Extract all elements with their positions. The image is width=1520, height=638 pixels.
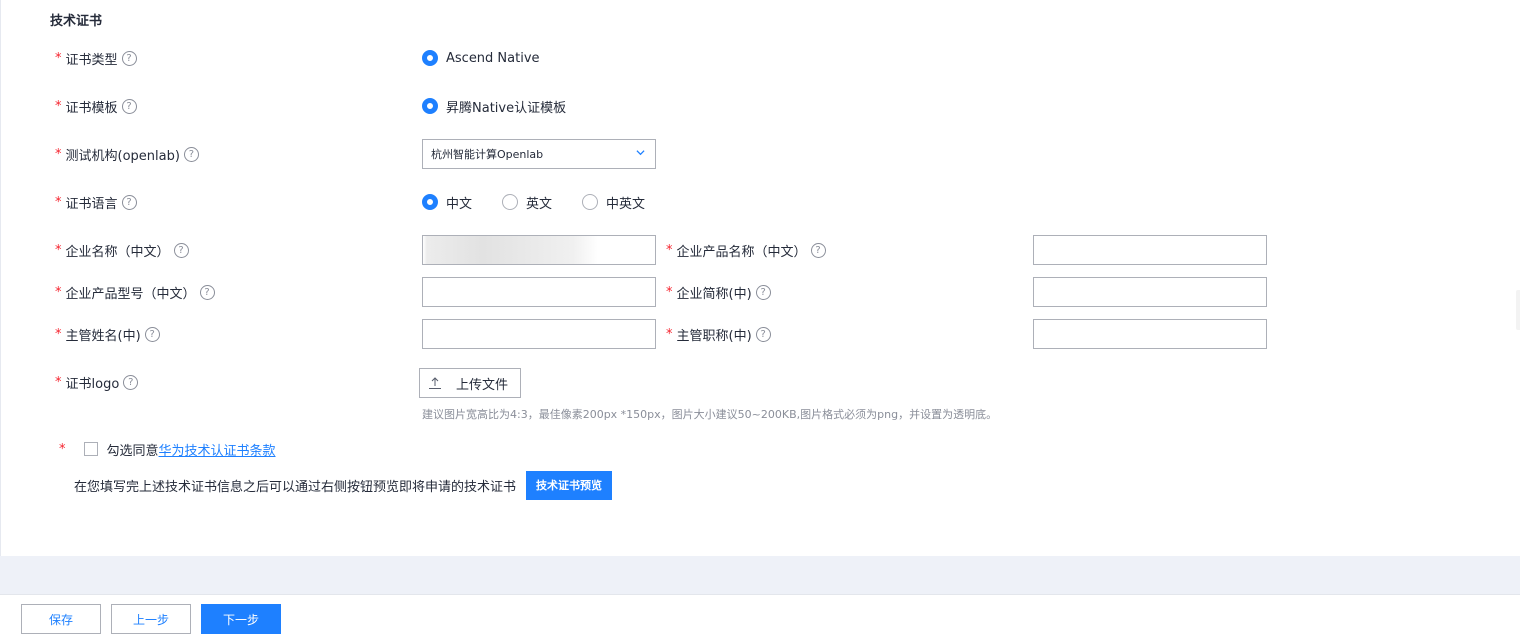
required-mark: * (55, 146, 62, 162)
upload-file-button[interactable]: 上传文件 (419, 368, 521, 398)
cert-lang-radio-group: 中文 英文 中英文 (422, 192, 675, 212)
manager-name-label-text: 主管姓名(中) (65, 328, 141, 344)
test-org-select[interactable]: 杭州智能计算Openlab (422, 139, 656, 169)
help-icon[interactable]: ? (144, 326, 160, 342)
required-mark: * (55, 98, 62, 114)
agreement-prefix: 勾选同意 (106, 443, 159, 459)
product-model-input[interactable] (422, 277, 656, 307)
required-mark: * (55, 374, 62, 390)
required-mark: * (55, 284, 62, 300)
help-icon[interactable]: ? (183, 146, 199, 162)
next-step-button[interactable]: 下一步 (201, 604, 281, 634)
company-name-input[interactable] (422, 235, 656, 265)
radio-label: 英文 (526, 196, 553, 212)
manager-name-label: * 主管姓名(中) ? (55, 324, 160, 344)
manager-title-input[interactable] (1033, 319, 1267, 349)
required-mark: * (59, 441, 66, 457)
company-name-label-text: 企业名称（中文） (65, 244, 170, 260)
manager-title-label-text: 主管职称(中) (676, 328, 752, 344)
cert-lang-label-text: 证书语言 (65, 196, 118, 212)
required-mark: * (666, 242, 673, 258)
cert-logo-label-text: 证书logo (65, 376, 120, 392)
save-button[interactable]: 保存 (21, 604, 101, 634)
required-mark: * (55, 50, 62, 66)
required-mark: * (55, 194, 62, 210)
scroll-handle[interactable] (1516, 290, 1520, 330)
required-mark: * (666, 326, 673, 342)
chevron-down-icon (636, 150, 645, 156)
required-mark: * (55, 326, 62, 342)
test-org-select-value: 杭州智能计算Openlab (431, 148, 544, 161)
cert-type-label-text: 证书类型 (65, 52, 118, 68)
radio-selected-icon (422, 98, 438, 114)
product-name-label: * 企业产品名称（中文） ? (666, 240, 826, 260)
required-mark: * (666, 284, 673, 300)
radio-lang-cn-en[interactable]: 中英文 (582, 193, 645, 212)
upload-file-label: 上传文件 (456, 377, 509, 393)
help-icon[interactable]: ? (121, 98, 137, 114)
radio-label: Ascend Native (446, 50, 540, 66)
section-title: 技术证书 (50, 14, 103, 29)
company-short-input[interactable] (1033, 277, 1267, 307)
test-org-label: * 测试机构(openlab) ? (55, 144, 199, 164)
manager-title-label: * 主管职称(中) ? (666, 324, 771, 344)
required-mark: * (55, 242, 62, 258)
company-name-label: * 企业名称（中文） ? (55, 240, 189, 260)
radio-unselected-icon (582, 194, 599, 210)
radio-ascend-template[interactable]: 昇腾Native认证模板 (422, 97, 566, 116)
agreement-terms-link[interactable]: 华为技术认证书条款 (159, 440, 276, 459)
cert-type-label: * 证书类型 ? (55, 48, 137, 68)
help-icon[interactable]: ? (810, 242, 826, 258)
radio-selected-icon (422, 50, 438, 66)
help-icon[interactable]: ? (173, 242, 189, 258)
cert-logo-label: * 证书logo ? (55, 372, 139, 392)
cert-preview-button[interactable]: 技术证书预览 (526, 470, 613, 500)
product-model-label: * 企业产品型号（中文） ? (55, 282, 215, 302)
gray-band (0, 556, 1520, 594)
radio-selected-icon (422, 194, 438, 210)
prev-step-button[interactable]: 上一步 (111, 604, 191, 634)
agreement-checkbox[interactable] (83, 442, 98, 456)
radio-unselected-icon (502, 194, 519, 210)
manager-name-input[interactable] (422, 319, 656, 349)
upload-hint: 建议图片宽高比为4:3，最佳像素200px *150px，图片大小建议50~20… (422, 408, 998, 421)
cert-template-radio-group: 昇腾Native认证模板 (422, 96, 596, 116)
radio-ascend-native[interactable]: Ascend Native (422, 50, 540, 66)
agreement-row: * 勾选同意 华为技术认证书条款 (59, 440, 276, 459)
radio-lang-cn[interactable]: 中文 (422, 193, 472, 212)
test-org-label-text: 测试机构(openlab) (65, 148, 180, 164)
help-icon[interactable]: ? (755, 326, 771, 342)
upload-icon (429, 377, 441, 389)
help-icon[interactable]: ? (121, 50, 137, 66)
form-panel: 技术证书 * 证书类型 ? Ascend Native * 证书模板 ? 昇腾N… (0, 0, 1520, 556)
footer-bar: 保存 上一步 下一步 (0, 594, 1520, 638)
preview-row: 在您填写完上述技术证书信息之后可以通过右侧按钮预览即将申请的技术证书 技术证书预… (74, 470, 613, 500)
cert-template-label-text: 证书模板 (65, 100, 118, 116)
help-icon[interactable]: ? (755, 284, 771, 300)
help-icon[interactable]: ? (121, 194, 137, 210)
product-name-input[interactable] (1033, 235, 1267, 265)
help-icon[interactable]: ? (199, 284, 215, 300)
company-short-label-text: 企业简称(中) (676, 286, 752, 302)
radio-label: 中文 (446, 196, 473, 212)
preview-description: 在您填写完上述技术证书信息之后可以通过右侧按钮预览即将申请的技术证书 (74, 479, 517, 495)
radio-lang-en[interactable]: 英文 (502, 193, 552, 212)
radio-label: 昇腾Native认证模板 (446, 100, 567, 116)
product-model-label-text: 企业产品型号（中文） (65, 286, 196, 302)
company-short-label: * 企业简称(中) ? (666, 282, 771, 302)
product-name-label-text: 企业产品名称（中文） (676, 244, 807, 260)
cert-type-radio-group: Ascend Native (422, 48, 570, 68)
cert-lang-label: * 证书语言 ? (55, 192, 137, 212)
help-icon[interactable]: ? (123, 374, 139, 390)
cert-template-label: * 证书模板 ? (55, 96, 137, 116)
radio-label: 中英文 (606, 196, 646, 212)
